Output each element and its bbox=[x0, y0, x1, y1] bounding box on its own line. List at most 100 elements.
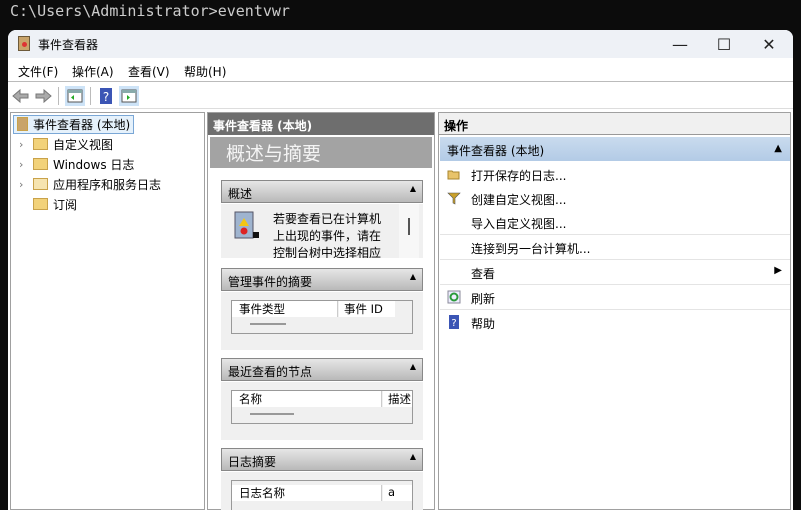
column-header[interactable]: 日志名称 bbox=[232, 485, 382, 501]
actions-group-title: 事件查看器 (本地) bbox=[447, 144, 545, 158]
event-log-book-icon bbox=[234, 211, 259, 239]
open-folder-icon bbox=[447, 170, 460, 180]
expand-chevron-icon[interactable]: › bbox=[19, 138, 23, 151]
section-overview-header[interactable]: 概述 ▲ bbox=[221, 180, 423, 203]
action-view[interactable]: 查看 ▶ bbox=[440, 259, 790, 283]
filter-icon bbox=[447, 192, 461, 205]
maximize-button[interactable]: ☐ bbox=[709, 33, 739, 55]
tree-item-label: Windows 日志 bbox=[53, 157, 135, 172]
log-summary-table: 日志名称 a bbox=[231, 480, 413, 510]
expand-chevron-icon[interactable]: › bbox=[19, 178, 23, 191]
toolbar-divider bbox=[90, 87, 91, 105]
help-icon: ? bbox=[449, 315, 459, 329]
folder-filter-icon bbox=[33, 138, 48, 150]
action-label: 打开保存的日志... bbox=[471, 169, 567, 183]
actions-header: 操作 bbox=[439, 113, 790, 135]
overview-scrollbar[interactable] bbox=[399, 204, 419, 258]
tree-item-label: 自定义视图 bbox=[53, 137, 114, 152]
section-log-summary-body: 日志名称 a bbox=[221, 472, 423, 510]
event-viewer-icon bbox=[18, 36, 30, 51]
event-viewer-icon bbox=[17, 117, 28, 131]
column-header[interactable]: 名称 bbox=[232, 391, 382, 407]
toolbar-divider bbox=[58, 87, 59, 105]
admin-events-table: 事件类型 事件 ID bbox=[231, 300, 413, 334]
action-label: 帮助 bbox=[471, 317, 496, 331]
scrollbar-thumb[interactable] bbox=[408, 218, 410, 235]
actions-pane: 操作 事件查看器 (本地) ▲ 打开保存的日志... 创建自定义视图... 导入自… bbox=[438, 112, 791, 510]
close-button[interactable]: ✕ bbox=[754, 33, 784, 55]
tree-item-subscriptions[interactable]: 订阅 bbox=[33, 195, 77, 213]
tree-root[interactable]: 事件查看器 (本地) bbox=[13, 114, 135, 134]
folder-icon bbox=[33, 178, 48, 190]
collapse-arrow-icon[interactable]: ▲ bbox=[774, 143, 782, 154]
svg-text:?: ? bbox=[103, 90, 109, 104]
overview-text-line: 若要查看已在计算机 bbox=[273, 212, 382, 226]
action-label: 查看 bbox=[471, 267, 496, 281]
column-header[interactable]: 事件类型 bbox=[232, 301, 338, 317]
overview-text-line: 控制台树中选择相应 bbox=[273, 246, 382, 258]
show-hide-action-pane-icon[interactable] bbox=[119, 86, 139, 106]
action-connect-computer[interactable]: 连接到另一台计算机... bbox=[440, 234, 790, 258]
expand-chevron-icon[interactable]: › bbox=[19, 158, 23, 171]
collapse-arrow-icon[interactable]: ▲ bbox=[410, 452, 416, 461]
section-title: 日志摘要 bbox=[228, 455, 277, 469]
action-label: 创建自定义视图... bbox=[471, 193, 567, 207]
section-title: 概述 bbox=[228, 187, 253, 201]
collapse-arrow-icon[interactable]: ▲ bbox=[410, 184, 416, 193]
folder-logs-icon bbox=[33, 158, 48, 170]
section-recent-nodes-header[interactable]: 最近查看的节点 ▲ bbox=[221, 358, 423, 381]
menu-bar: 文件(F) 操作(A) 查看(V) 帮助(H) bbox=[8, 58, 793, 82]
action-refresh[interactable]: 刷新 bbox=[440, 284, 790, 308]
action-create-custom-view[interactable]: 创建自定义视图... bbox=[440, 186, 790, 210]
back-arrow-icon[interactable] bbox=[11, 86, 31, 106]
title-bar: 事件查看器 — ☐ ✕ bbox=[8, 30, 793, 58]
tree-item-app-service-logs[interactable]: › 应用程序和服务日志 bbox=[19, 175, 162, 193]
menu-help[interactable]: 帮助(H) bbox=[184, 63, 226, 80]
empty-row-placeholder bbox=[250, 413, 294, 415]
action-import-custom-view[interactable]: 导入自定义视图... bbox=[440, 210, 790, 234]
toolbar: ? bbox=[8, 83, 793, 109]
action-label: 连接到另一台计算机... bbox=[471, 242, 591, 256]
tree-item-custom-views[interactable]: › 自定义视图 bbox=[19, 135, 114, 153]
minimize-button[interactable]: — bbox=[665, 33, 695, 55]
refresh-icon bbox=[447, 290, 461, 304]
forward-arrow-icon[interactable] bbox=[33, 86, 53, 106]
menu-view[interactable]: 查看(V) bbox=[128, 63, 170, 80]
collapse-arrow-icon[interactable]: ▲ bbox=[410, 272, 416, 281]
column-header[interactable]: 事件 ID bbox=[339, 301, 395, 317]
section-overview-body: 若要查看已在计算机 上出现的事件，请在 控制台树中选择相应 bbox=[221, 204, 423, 258]
middle-header: 事件查看器 (本地) bbox=[208, 113, 434, 135]
tree-item-label: 应用程序和服务日志 bbox=[53, 177, 162, 192]
empty-row-placeholder bbox=[250, 323, 286, 325]
svg-text:?: ? bbox=[451, 318, 456, 329]
section-recent-nodes-body: 名称 描述 bbox=[221, 382, 423, 440]
collapse-arrow-icon[interactable]: ▲ bbox=[410, 362, 416, 371]
action-help[interactable]: ? 帮助 bbox=[440, 309, 790, 333]
overview-text-line: 上出现的事件，请在 bbox=[273, 229, 382, 243]
action-label: 刷新 bbox=[471, 292, 496, 306]
column-header[interactable]: 描述 bbox=[383, 391, 412, 407]
tree-item-label: 订阅 bbox=[53, 197, 78, 212]
tree-root-label: 事件查看器 (本地) bbox=[33, 117, 131, 132]
action-open-saved-log[interactable]: 打开保存的日志... bbox=[440, 162, 790, 186]
window-title: 事件查看器 bbox=[38, 38, 99, 52]
help-icon[interactable]: ? bbox=[96, 86, 116, 106]
overview-title: 概述与摘要 bbox=[210, 137, 432, 168]
menu-file[interactable]: 文件(F) bbox=[18, 63, 58, 80]
section-log-summary-header[interactable]: 日志摘要 ▲ bbox=[221, 448, 423, 471]
terminal-command-line: C:\Users\Administrator>eventvwr bbox=[10, 2, 290, 20]
console-tree: 事件查看器 (本地) › 自定义视图 › Windows 日志 › 应用程序和服务日志… bbox=[10, 112, 205, 510]
section-admin-events-body: 事件类型 事件 ID bbox=[221, 292, 423, 350]
recent-nodes-table: 名称 描述 bbox=[231, 390, 413, 424]
section-title: 最近查看的节点 bbox=[228, 365, 313, 379]
menu-action[interactable]: 操作(A) bbox=[72, 63, 114, 80]
show-hide-tree-icon[interactable] bbox=[65, 86, 85, 106]
event-viewer-window: 事件查看器 — ☐ ✕ 文件(F) 操作(A) 查看(V) 帮助(H) ? 事件… bbox=[8, 30, 793, 510]
actions-group-header[interactable]: 事件查看器 (本地) ▲ bbox=[440, 137, 790, 161]
overview-pane: 事件查看器 (本地) 概述与摘要 概述 ▲ 若要查看已在计算机 上出现的事件，请在… bbox=[207, 112, 435, 510]
column-header[interactable]: a bbox=[383, 485, 412, 501]
submenu-arrow-icon: ▶ bbox=[774, 265, 782, 276]
folder-subscription-icon bbox=[33, 198, 48, 210]
section-admin-events-header[interactable]: 管理事件的摘要 ▲ bbox=[221, 268, 423, 291]
tree-item-windows-logs[interactable]: › Windows 日志 bbox=[19, 155, 135, 173]
